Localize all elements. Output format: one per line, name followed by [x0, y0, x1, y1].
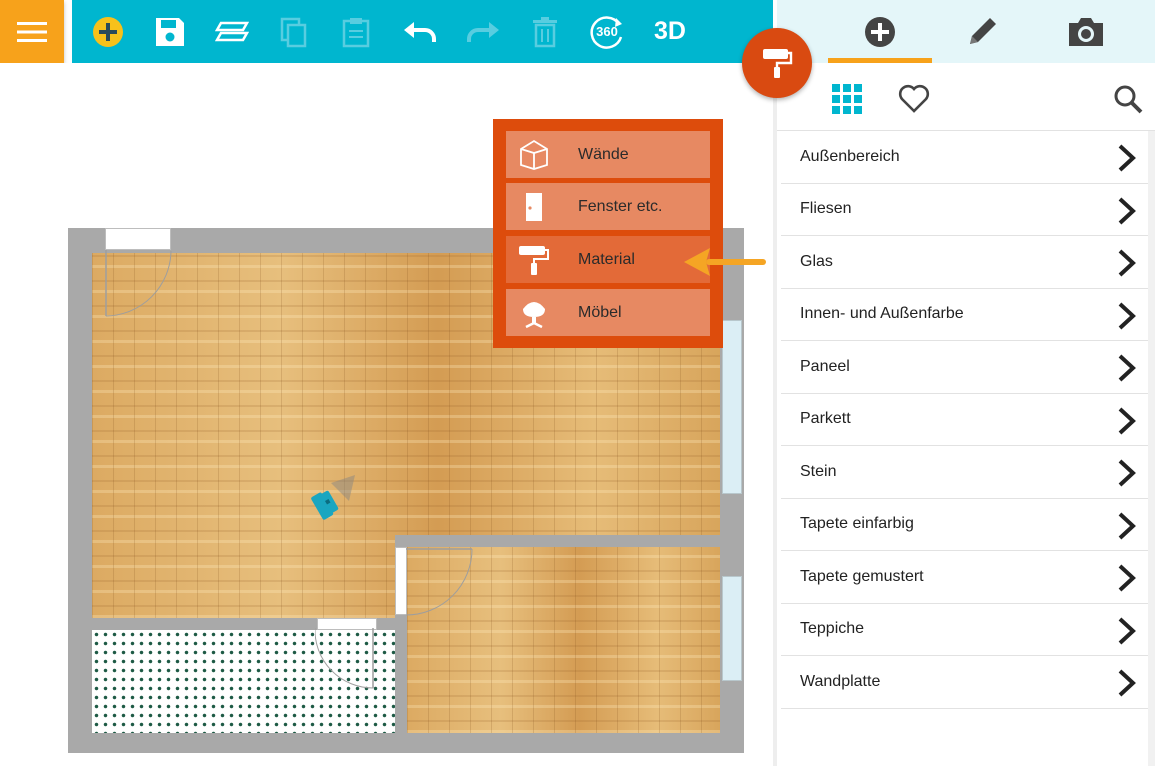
chevron-right-icon — [1118, 459, 1136, 487]
popup-item-furniture[interactable]: Möbel — [506, 289, 710, 336]
chevron-right-icon — [1118, 144, 1136, 172]
category-label: Parkett — [800, 410, 851, 428]
category-label: Glas — [800, 252, 833, 270]
category-label: Innen- und Außenfarbe — [800, 305, 964, 323]
window-right-large[interactable] — [722, 320, 742, 494]
search-button[interactable] — [1108, 79, 1148, 119]
popup-item-windows[interactable]: Fenster etc. — [506, 183, 710, 230]
grid-view-button[interactable] — [827, 79, 867, 119]
popup-item-label: Material — [578, 250, 635, 268]
chevron-right-icon — [1118, 407, 1136, 434]
category-item[interactable]: Wandplatte — [781, 656, 1148, 709]
undo-button[interactable] — [394, 0, 446, 63]
main-menu-button[interactable] — [0, 0, 64, 63]
delete-button[interactable] — [519, 0, 571, 63]
paint-tool-button[interactable] — [742, 28, 812, 98]
chevron-right-icon — [1118, 249, 1136, 277]
add-element-popup: Wände Fenster etc. Material Möbel — [493, 119, 723, 348]
heart-icon — [898, 84, 930, 113]
category-label: Tapete gemustert — [800, 567, 924, 585]
view-360-button[interactable]: 360 — [581, 0, 633, 63]
favorites-button[interactable] — [894, 79, 934, 119]
category-label: Wandplatte — [800, 672, 881, 690]
redo-icon — [467, 21, 499, 42]
chevron-right-icon — [1118, 302, 1136, 329]
paste-button[interactable] — [330, 0, 382, 63]
tab-photo[interactable] — [1034, 0, 1138, 63]
view-360-label: 360 — [596, 24, 618, 39]
chair-icon — [523, 301, 545, 328]
main-toolbar: 360 3D — [72, 0, 773, 63]
view-3d-button[interactable]: 3D — [644, 0, 696, 63]
camera-marker-icon[interactable] — [305, 471, 361, 527]
floppy-icon — [156, 17, 184, 46]
panel-tab-bar — [777, 0, 1155, 63]
category-item[interactable]: Fliesen — [781, 184, 1148, 236]
plus-circle-icon — [93, 16, 123, 47]
category-label: Fliesen — [800, 200, 852, 218]
catalog-panel: Außenbereich Fliesen Glas Innen- und Außenf… — [777, 0, 1155, 766]
door-icon — [526, 192, 542, 221]
popup-item-label: Wände — [578, 145, 629, 163]
copy-button[interactable] — [268, 0, 320, 63]
catalog-subtabs — [777, 63, 1155, 131]
category-item[interactable]: Außenbereich — [781, 131, 1148, 184]
view-3d-label: 3D — [654, 17, 686, 45]
save-button[interactable] — [144, 0, 196, 63]
camera-icon — [1069, 17, 1103, 46]
tab-add[interactable] — [828, 0, 932, 63]
category-item[interactable]: Glas — [781, 236, 1148, 289]
popup-item-walls[interactable]: Wände — [506, 131, 710, 178]
category-label: Tapete einfarbig — [800, 515, 914, 533]
pencil-icon — [970, 17, 996, 44]
chevron-right-icon — [1118, 617, 1136, 644]
category-item[interactable]: Stein — [781, 446, 1148, 499]
category-item[interactable]: Teppiche — [781, 604, 1148, 656]
category-item[interactable]: Tapete gemustert — [781, 551, 1148, 604]
category-item[interactable]: Innen- und Außenfarbe — [781, 289, 1148, 341]
chevron-right-icon — [1118, 564, 1136, 592]
chevron-right-icon — [1118, 512, 1136, 539]
chevron-right-icon — [1118, 669, 1136, 697]
bathroom-door-arc — [315, 628, 374, 689]
floor-planner-app: 360 3D Wände Fenster etc. Material Möbel… — [0, 0, 1155, 766]
hamburger-icon — [17, 21, 47, 42]
plus-circle-icon — [865, 16, 895, 47]
category-label: Außenbereich — [800, 147, 900, 165]
copy-icon — [280, 17, 307, 47]
pointer-arrow-icon — [684, 248, 766, 276]
layers-icon — [215, 21, 249, 41]
walls-icon — [520, 139, 548, 170]
bedroom-door-arc — [405, 548, 473, 616]
wall-bottom[interactable] — [68, 733, 744, 753]
wall-left[interactable] — [68, 228, 92, 753]
popup-item-material[interactable]: Material — [506, 236, 710, 283]
category-label: Paneel — [800, 357, 850, 375]
chevron-right-icon — [1118, 197, 1136, 224]
entrance-door[interactable] — [105, 228, 171, 250]
paint-roller-icon — [519, 245, 549, 275]
grid-icon — [832, 84, 862, 114]
panel-scrollbar-track[interactable] — [1148, 131, 1155, 766]
clipboard-icon — [342, 17, 370, 47]
chevron-right-icon — [1118, 354, 1136, 382]
category-item[interactable]: Tapete einfarbig — [781, 499, 1148, 551]
add-button[interactable] — [82, 0, 134, 63]
category-item[interactable]: Parkett — [781, 394, 1148, 446]
redo-button[interactable] — [457, 0, 509, 63]
paint-roller-icon — [763, 49, 793, 78]
undo-icon — [404, 21, 436, 42]
window-right-small[interactable] — [722, 576, 742, 681]
category-label: Teppiche — [800, 620, 865, 638]
popup-item-label: Möbel — [578, 303, 622, 321]
category-item[interactable]: Paneel — [781, 341, 1148, 394]
search-icon — [1114, 85, 1143, 114]
floors-button[interactable] — [206, 0, 258, 63]
trash-icon — [533, 16, 557, 47]
material-category-list: Außenbereich Fliesen Glas Innen- und Außenf… — [781, 131, 1148, 709]
door-swing-arc — [105, 250, 172, 317]
category-label: Stein — [800, 462, 837, 480]
tab-edit[interactable] — [930, 0, 1034, 63]
popup-item-label: Fenster etc. — [578, 197, 663, 215]
